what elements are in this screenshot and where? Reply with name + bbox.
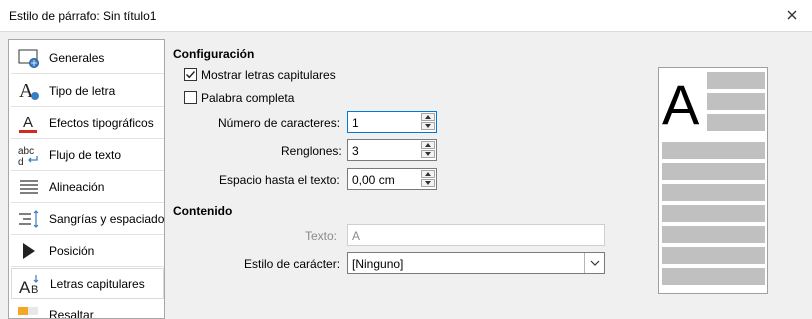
checkmark-icon — [186, 71, 196, 79]
preview-line — [662, 268, 765, 285]
chevron-down-icon — [425, 181, 431, 185]
drop-caps-icon: A B — [19, 275, 39, 295]
sidebar-item-label: Tipo de letra — [49, 84, 116, 98]
sidebar-item-label: Flujo de texto — [49, 148, 122, 162]
close-button[interactable] — [780, 3, 804, 27]
text-field[interactable]: A — [347, 224, 605, 246]
sidebar-item-alignment[interactable]: Alineación — [11, 172, 164, 203]
sidebar-item-font-effects[interactable]: A Efectos tipográficos — [11, 108, 164, 139]
preview-line — [662, 226, 765, 243]
chevron-up-icon — [425, 143, 431, 147]
sidebar-item-general[interactable]: Generales — [11, 43, 164, 74]
svg-text:d: d — [18, 157, 24, 166]
sidebar: Generales A Tipo de letra A Efectos tipo… — [8, 39, 165, 319]
increment-button[interactable] — [421, 170, 435, 178]
chevron-up-icon — [425, 172, 431, 176]
increment-button[interactable] — [421, 141, 435, 149]
font-effects-icon: A — [19, 114, 37, 133]
text-flow-icon: abc d — [18, 146, 38, 166]
sidebar-item-label: Sangrías y espaciado — [49, 212, 165, 226]
align-icon — [20, 180, 38, 194]
space-to-text-value: 0,00 cm — [352, 173, 395, 187]
preview-line — [707, 93, 765, 110]
dropdown-button[interactable] — [584, 253, 604, 273]
sidebar-item-position[interactable]: Posición — [11, 236, 164, 267]
close-icon — [787, 10, 797, 20]
increment-button[interactable] — [421, 113, 435, 121]
chevron-down-icon — [425, 124, 431, 128]
sidebar-item-drop-caps[interactable]: A B Letras capitulares — [11, 268, 164, 299]
decrement-button[interactable] — [421, 122, 435, 130]
sidebar-item-font[interactable]: A Tipo de letra — [11, 76, 164, 107]
char-style-dropdown[interactable]: [Ninguno] — [347, 252, 605, 274]
space-to-text-label: Espacio hasta el texto: — [219, 173, 340, 187]
char-style-value: [Ninguno] — [352, 257, 404, 271]
text-label: Texto: — [305, 229, 338, 243]
num-chars-label: Número de caracteres: — [218, 116, 341, 130]
chevron-down-icon — [425, 152, 431, 156]
font-icon: A — [19, 80, 39, 102]
preview-line — [662, 163, 765, 180]
window-title: Estilo de párrafo: Sin título1 — [9, 9, 157, 23]
sidebar-item-label: Alineación — [49, 180, 105, 194]
title-bar: Estilo de párrafo: Sin título1 — [0, 0, 812, 32]
preview-line — [662, 184, 765, 201]
preview-line — [662, 142, 765, 159]
show-drop-caps-checkbox[interactable] — [184, 68, 197, 81]
svg-text:A: A — [23, 114, 33, 131]
preview-line — [707, 72, 765, 89]
char-style-label: Estilo de carácter: — [244, 257, 341, 271]
sidebar-item-indents[interactable]: Sangrías y espaciado — [11, 204, 164, 235]
indent-icon — [19, 210, 39, 228]
preview-line — [707, 114, 765, 131]
text-field-value: A — [352, 229, 361, 243]
preview-drop-letter: A — [662, 73, 700, 136]
config-heading: Configuración — [173, 47, 255, 61]
sidebar-item-label: Posición — [49, 244, 95, 258]
contents-heading: Contenido — [173, 204, 233, 218]
space-to-text-spinbox[interactable]: 0,00 cm — [347, 168, 437, 190]
whole-word-label[interactable]: Palabra completa — [201, 91, 294, 105]
preview-line — [662, 247, 765, 264]
svg-text:A: A — [19, 80, 34, 102]
num-chars-value: 1 — [352, 116, 359, 130]
position-icon — [23, 243, 35, 259]
lines-spinbox[interactable]: 3 — [347, 139, 437, 161]
sidebar-item-label: Efectos tipográficos — [49, 116, 154, 130]
general-icon — [18, 49, 39, 68]
sidebar-item-text-flow[interactable]: abc d Flujo de texto — [11, 140, 164, 171]
show-drop-caps-label[interactable]: Mostrar letras capitulares — [201, 68, 336, 82]
decrement-button[interactable] — [421, 179, 435, 187]
decrement-button[interactable] — [421, 150, 435, 158]
svg-text:A: A — [19, 278, 31, 295]
num-chars-spinbox[interactable]: 1 — [347, 111, 437, 133]
highlight-icon — [18, 307, 38, 315]
whole-word-checkbox[interactable] — [184, 91, 197, 104]
svg-text:B: B — [31, 284, 38, 295]
sidebar-item-highlight[interactable]: Resaltar — [11, 300, 164, 318]
chevron-up-icon — [425, 115, 431, 119]
chevron-down-icon — [590, 260, 599, 266]
sidebar-item-label: Generales — [49, 51, 105, 65]
sidebar-item-label: Letras capitulares — [50, 277, 145, 291]
svg-text:abc: abc — [18, 146, 34, 157]
lines-label: Renglones: — [281, 144, 342, 158]
preview-line — [662, 205, 765, 222]
lines-value: 3 — [352, 144, 359, 158]
drop-caps-preview: A — [658, 67, 768, 294]
